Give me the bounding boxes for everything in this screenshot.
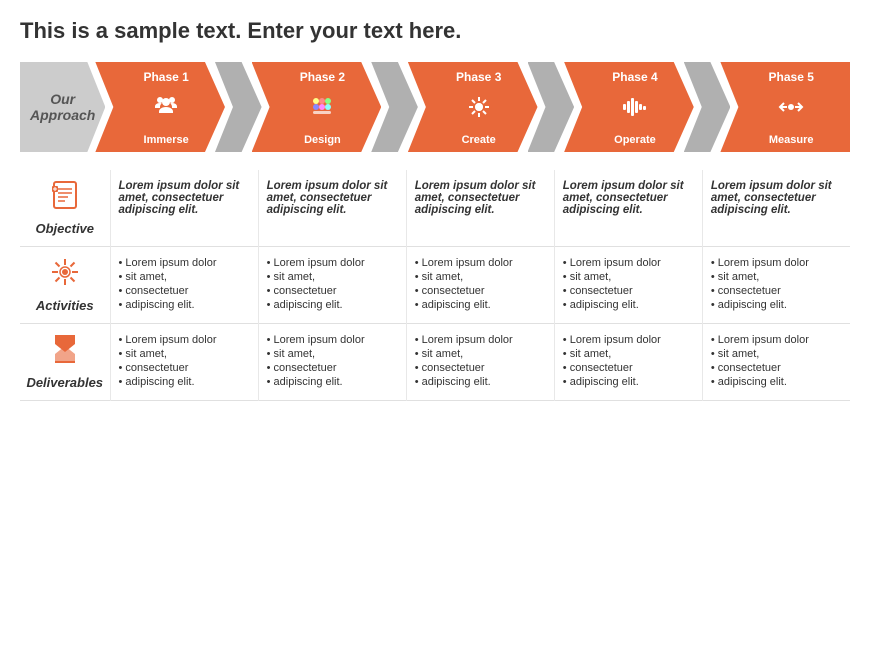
- objective-row: Objective Lorem ipsum dolor sit amet, co…: [20, 170, 850, 247]
- objective-cell-5: Lorem ipsum dolor sit amet, consectetuer…: [702, 170, 850, 247]
- phase-2-arrow: Phase 2 Design: [252, 62, 382, 152]
- phase-4-title: Phase 4: [612, 70, 657, 84]
- activities-icon: [26, 257, 104, 294]
- phase-1-label: Immerse: [144, 134, 189, 146]
- page-title: This is a sample text. Enter your text h…: [20, 18, 850, 44]
- objective-cell-4: Lorem ipsum dolor sit amet, consectetuer…: [554, 170, 702, 247]
- objective-cell-2: Lorem ipsum dolor sit amet, consectetuer…: [258, 170, 406, 247]
- activities-cell-3: Lorem ipsum dolor sit amet, consectetuer…: [406, 247, 554, 324]
- phase-3-icon: [465, 93, 493, 125]
- activities-header: Activities: [20, 247, 110, 324]
- phase-5-label: Measure: [769, 134, 814, 146]
- deliverables-row: Deliverables Lorem ipsum dolor sit amet,…: [20, 324, 850, 401]
- deliverables-cell-1: Lorem ipsum dolor sit amet, consectetuer…: [110, 324, 258, 401]
- phase-2-title: Phase 2: [300, 70, 345, 84]
- objective-icon: [26, 180, 104, 217]
- phase-5-title: Phase 5: [769, 70, 814, 84]
- phase-4-arrow: Phase 4 Operate: [564, 62, 694, 152]
- phase-2-icon: [308, 93, 336, 125]
- approach-label: OurApproach: [20, 62, 105, 152]
- phase-3-label: Create: [462, 134, 496, 146]
- activities-label: Activities: [36, 298, 94, 313]
- phase-4-label: Operate: [614, 134, 656, 146]
- objective-header: Objective: [20, 170, 110, 247]
- activities-cell-5: Lorem ipsum dolor sit amet, consectetuer…: [702, 247, 850, 324]
- phase-3-title: Phase 3: [456, 70, 501, 84]
- deliverables-cell-5: Lorem ipsum dolor sit amet, consectetuer…: [702, 324, 850, 401]
- phase-2-label: Design: [304, 134, 341, 146]
- activities-cell-4: Lorem ipsum dolor sit amet, consectetuer…: [554, 247, 702, 324]
- deliverables-icon: [26, 334, 104, 371]
- activities-cell-1: Lorem ipsum dolor sit amet, consectetuer…: [110, 247, 258, 324]
- deliverables-cell-3: Lorem ipsum dolor sit amet, consectetuer…: [406, 324, 554, 401]
- objective-cell-1: Lorem ipsum dolor sit amet, consectetuer…: [110, 170, 258, 247]
- arrow-banner: OurApproach Phase 1 Immerse Phase 2: [20, 62, 850, 152]
- phase-1-title: Phase 1: [143, 70, 188, 84]
- phase-5-icon: [777, 93, 805, 125]
- activities-cell-2: Lorem ipsum dolor sit amet, consectetuer…: [258, 247, 406, 324]
- phase-5-arrow: Phase 5 Measure: [720, 62, 850, 152]
- deliverables-cell-2: Lorem ipsum dolor sit amet, consectetuer…: [258, 324, 406, 401]
- phase-1-arrow: Phase 1 Immerse: [95, 62, 225, 152]
- content-table: Objective Lorem ipsum dolor sit amet, co…: [20, 170, 850, 401]
- deliverables-header: Deliverables: [20, 324, 110, 401]
- deliverables-cell-4: Lorem ipsum dolor sit amet, consectetuer…: [554, 324, 702, 401]
- objective-cell-3: Lorem ipsum dolor sit amet, consectetuer…: [406, 170, 554, 247]
- phase-4-icon: [621, 93, 649, 125]
- phase-1-icon: [152, 93, 180, 125]
- deliverables-label: Deliverables: [26, 375, 103, 390]
- activities-row: Activities Lorem ipsum dolor sit amet, c…: [20, 247, 850, 324]
- phase-3-arrow: Phase 3 Create: [408, 62, 538, 152]
- objective-label: Objective: [35, 221, 94, 236]
